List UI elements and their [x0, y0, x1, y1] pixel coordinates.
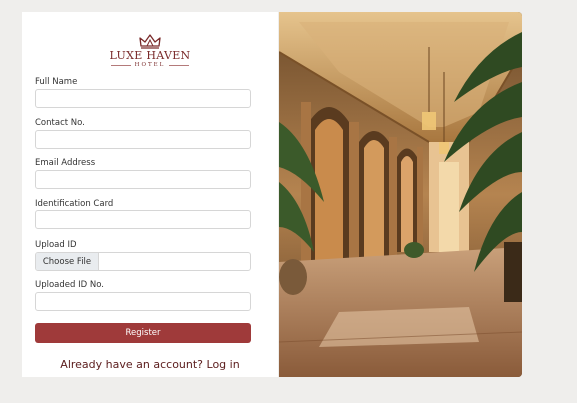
- id-card-input[interactable]: [35, 210, 251, 229]
- upload-id-file-input[interactable]: Choose File: [35, 252, 251, 271]
- registration-card: LUXE HAVEN HOTEL Full Name Contact No. E…: [22, 12, 278, 377]
- contact-label: Contact No.: [35, 118, 85, 128]
- login-link[interactable]: Already have an account? Log in: [22, 358, 278, 371]
- uploaded-id-no-label: Uploaded ID No.: [35, 280, 104, 290]
- email-label: Email Address: [35, 158, 96, 168]
- crown-icon: [139, 34, 161, 49]
- lobby-illustration: [279, 12, 522, 377]
- register-button[interactable]: Register: [35, 323, 251, 343]
- brand-name: LUXE HAVEN: [109, 49, 191, 62]
- full-name-input[interactable]: [35, 89, 251, 108]
- full-name-label: Full Name: [35, 77, 78, 87]
- brand-subtitle: HOTEL: [22, 62, 278, 69]
- hotel-logo: LUXE HAVEN HOTEL: [22, 34, 278, 69]
- uploaded-id-no-input[interactable]: [35, 292, 251, 311]
- upload-id-label: Upload ID: [35, 240, 77, 250]
- email-input[interactable]: [35, 170, 251, 189]
- id-card-label: Identification Card: [35, 199, 114, 209]
- choose-file-button[interactable]: Choose File: [36, 253, 99, 270]
- contact-input[interactable]: [35, 130, 251, 149]
- hotel-lobby-image: [279, 12, 522, 377]
